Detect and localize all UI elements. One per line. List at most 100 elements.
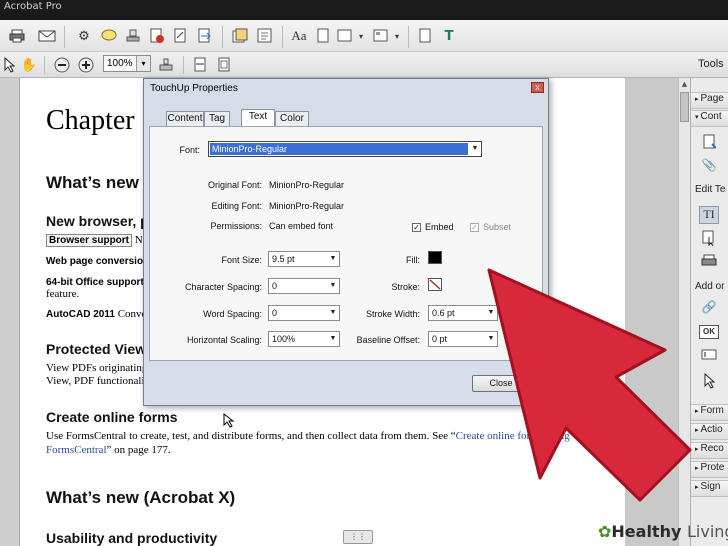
create-online-forms-heading: Create online forms	[46, 409, 178, 425]
stroke-color-swatch[interactable]	[428, 278, 442, 291]
scroll-up-icon[interactable]: ▲	[680, 80, 689, 90]
scrollbar-thumb[interactable]	[680, 92, 689, 122]
window-title-bar: Acrobat Pro	[0, 0, 728, 20]
stamp-icon[interactable]	[124, 27, 142, 45]
pane-item-label: Sign	[700, 481, 721, 492]
tools-pane-recognize-text[interactable]: ▸ Reco	[691, 442, 728, 459]
tools-pane-label[interactable]: Tools	[698, 58, 724, 70]
chevron-down-icon[interactable]: ▾	[388, 27, 406, 45]
baseline-offset-value: 0 pt	[432, 334, 448, 344]
tools-pane: ▸ Page ▾ Cont 📎 Edit Te TI Add or 🔗 OK ▸…	[690, 78, 728, 546]
toolbar-separator	[222, 26, 223, 48]
toolbar-separator	[64, 26, 65, 48]
zoom-in-icon[interactable]	[77, 56, 95, 74]
comment-icon[interactable]	[100, 27, 118, 45]
tools-pane-content[interactable]: ▾ Cont	[691, 110, 728, 127]
fit-page-icon[interactable]	[215, 56, 233, 74]
tools-pane-protection[interactable]: ▸ Prote	[691, 461, 728, 478]
select-object-icon[interactable]	[699, 372, 719, 391]
word-spacing-label: Word Spacing:	[203, 309, 262, 319]
vertical-scrollbar[interactable]: ▲	[678, 78, 690, 546]
security-icon[interactable]	[148, 27, 166, 45]
editing-font-value: MinionPro-Regular	[269, 201, 345, 211]
view-pdf-functionality-text: View, PDF functionalit	[46, 375, 148, 387]
tab-label: Tag	[208, 113, 226, 124]
chapter-heading: Chapter	[46, 105, 135, 136]
office-support-line: 64-bit Office support C	[46, 276, 155, 288]
gear-icon[interactable]: ⚙	[75, 27, 93, 45]
close-icon: x	[535, 82, 540, 92]
tab-tag[interactable]: Tag	[204, 111, 230, 126]
tools-pane-action-wizard[interactable]: ▸ Actio	[691, 423, 728, 440]
hand-icon[interactable]: ✋	[20, 56, 38, 74]
stamp-tool-icon[interactable]	[157, 56, 175, 74]
chevron-down-icon[interactable]: ▾	[352, 27, 370, 45]
chevron-down-icon: ▼	[487, 309, 495, 316]
embed-checkbox[interactable]: ✓	[412, 223, 421, 232]
check-icon: ✓	[471, 223, 478, 232]
text-size-icon[interactable]: Aa	[290, 27, 308, 45]
fit-width-icon[interactable]	[191, 56, 209, 74]
chevron-down-icon: ▼	[471, 145, 479, 152]
editing-font-label: Editing Font:	[211, 201, 262, 211]
baseline-offset-select[interactable]: 0 pt ▼	[428, 331, 498, 347]
toolbar-separator	[44, 56, 45, 74]
email-icon[interactable]	[38, 27, 56, 45]
close-button[interactable]: Close	[472, 375, 530, 392]
link-icon[interactable]: 🔗	[699, 300, 719, 318]
touchup-text-icon[interactable]: T	[440, 27, 458, 45]
web-page-conversion-label: Web page conversion	[46, 256, 150, 267]
embed-label: Embed	[425, 222, 454, 232]
pane-item-label: Form	[700, 405, 724, 416]
zoom-dropdown[interactable]: ▾	[136, 56, 150, 71]
touchup-properties-dialog: TouchUp Properties x Content Tag Text Co…	[143, 78, 549, 406]
browser-support-text[interactable]: Browser support	[46, 234, 133, 247]
tools-pane-forms[interactable]: ▸ Form	[691, 404, 728, 421]
text-field-icon[interactable]	[699, 349, 719, 367]
pane-item-label: Cont	[700, 111, 722, 122]
horizontal-scaling-label: Horizontal Scaling:	[186, 335, 262, 345]
font-size-select[interactable]: 9.5 pt ▼	[268, 251, 340, 267]
tools-pane-page-thumbnails[interactable]: ▸ Page	[691, 92, 728, 109]
page-navigation-widget[interactable]: ⋮⋮	[343, 530, 373, 544]
chevron-down-icon: ▼	[329, 282, 337, 289]
sign-icon[interactable]	[172, 27, 190, 45]
forms-link-2[interactable]: FormsCentral	[46, 444, 107, 456]
export-icon[interactable]	[196, 27, 214, 45]
word-spacing-select[interactable]: 0 ▼	[268, 305, 340, 321]
check-icon: ✓	[413, 223, 420, 232]
tab-content[interactable]: Content	[166, 111, 204, 126]
page-icon[interactable]	[314, 27, 332, 45]
document-icon[interactable]	[416, 27, 434, 45]
create-pdf-icon[interactable]	[231, 27, 249, 45]
fill-color-swatch[interactable]	[428, 251, 442, 264]
touchup-object-icon[interactable]	[699, 230, 719, 248]
horizontal-scaling-select[interactable]: 100% ▼	[268, 331, 340, 347]
tab-color[interactable]: Color	[275, 111, 309, 126]
tab-text[interactable]: Text	[241, 109, 275, 127]
stroke-width-select[interactable]: 0.6 pt ▼	[428, 305, 498, 321]
print-icon[interactable]	[8, 27, 26, 45]
stroke-width-label: Stroke Width:	[365, 309, 420, 319]
add-text-icon[interactable]	[699, 134, 719, 152]
font-size-label: Font Size:	[221, 255, 262, 265]
dialog-title: TouchUp Properties	[150, 83, 238, 94]
tools-pane-sign-certify[interactable]: ▸ Sign	[691, 480, 728, 497]
font-select[interactable]: MinionPro-Regular ▼	[208, 141, 482, 157]
character-spacing-select[interactable]: 0 ▼	[268, 278, 340, 294]
button-field-icon[interactable]: OK	[699, 325, 719, 339]
dialog-close-button[interactable]: x	[531, 82, 544, 93]
print-production-icon[interactable]	[699, 254, 719, 272]
original-font-label: Original Font:	[207, 180, 262, 190]
subset-checkbox[interactable]: ✓	[470, 223, 479, 232]
chevron-down-icon: ▼	[329, 335, 337, 342]
watermark-brand2: Living	[686, 522, 728, 541]
combine-icon[interactable]	[256, 27, 274, 45]
zoom-out-icon[interactable]	[53, 56, 71, 74]
forms-link-1[interactable]: Create online forms using	[456, 430, 570, 442]
attach-icon[interactable]: 📎	[699, 158, 719, 176]
select-arrow-icon[interactable]	[0, 56, 18, 74]
character-spacing-label: Character Spacing:	[184, 282, 262, 292]
word-spacing-value: 0	[272, 308, 278, 318]
touchup-text-tool-icon[interactable]: TI	[699, 206, 719, 224]
